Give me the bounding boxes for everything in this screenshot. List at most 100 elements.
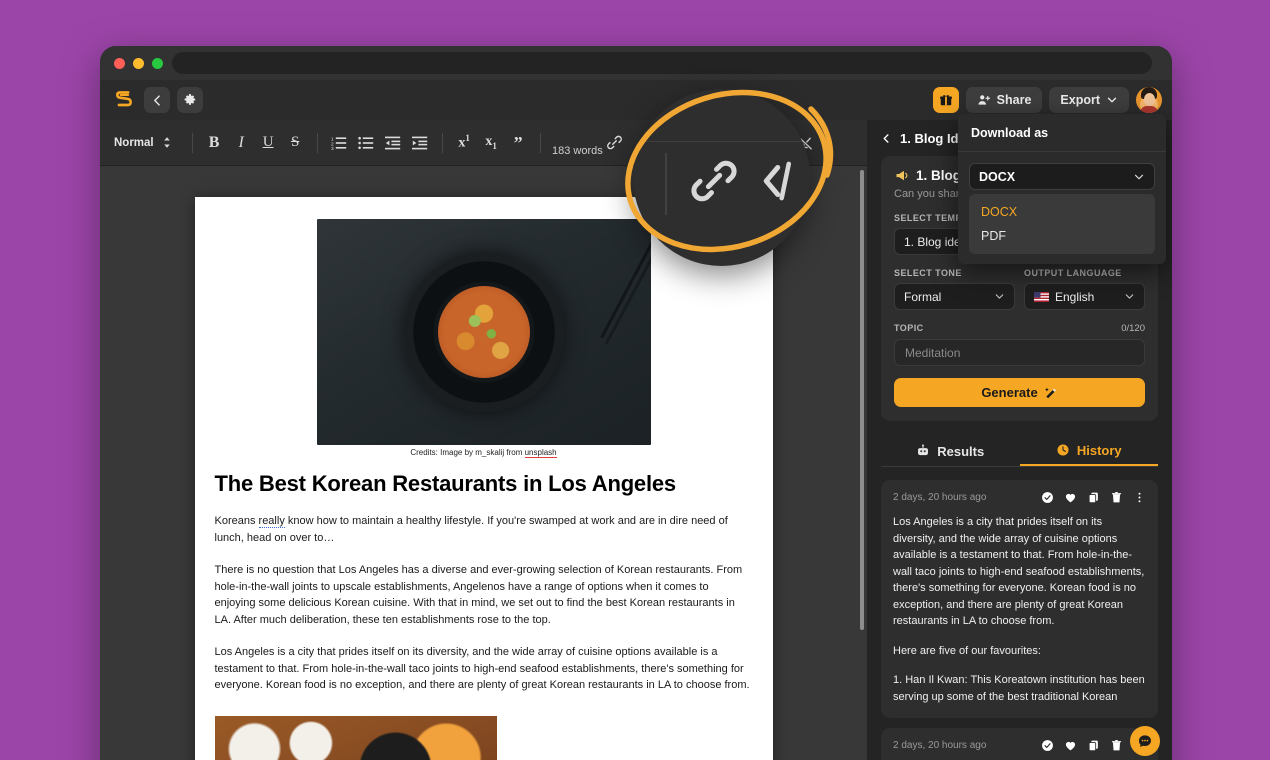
- subscript-button[interactable]: x1: [478, 129, 505, 156]
- indent-button[interactable]: [407, 129, 434, 156]
- document-image-korean-stew[interactable]: [316, 219, 651, 445]
- document-page[interactable]: Credits: Image by m_skalij from unsplash…: [194, 197, 773, 760]
- close-window-dot[interactable]: [114, 57, 125, 69]
- check-circle-icon[interactable]: [1041, 739, 1054, 752]
- chevron-left-icon: [153, 94, 160, 106]
- gift-button[interactable]: [932, 87, 959, 113]
- maximize-window-dot[interactable]: [152, 57, 163, 69]
- italic-button[interactable]: I: [228, 129, 255, 156]
- toolbar-divider: [191, 132, 193, 153]
- paragraph-style-value: Normal: [114, 136, 154, 149]
- bullet-list-button[interactable]: [353, 129, 380, 156]
- toolbar-divider: [539, 132, 541, 153]
- link-icon: [606, 135, 622, 150]
- results-history-tabs: Results History: [881, 436, 1158, 467]
- history-item[interactable]: 2 days, 20 hours ago There is no questio…: [881, 728, 1158, 760]
- more-vertical-icon[interactable]: [1133, 491, 1146, 504]
- blockquote-button[interactable]: ”: [505, 129, 532, 156]
- share-button[interactable]: Share: [965, 87, 1043, 113]
- share-label: Share: [996, 93, 1032, 107]
- document-paragraph-3[interactable]: Los Angeles is a city that prides itself…: [215, 644, 753, 694]
- us-flag-icon: [1034, 291, 1049, 302]
- heart-icon[interactable]: [1064, 491, 1077, 504]
- document-paragraph-1[interactable]: Koreans really know how to maintain a he…: [215, 513, 753, 546]
- document-title[interactable]: The Best Korean Restaurants in Los Angel…: [215, 471, 753, 497]
- export-dropdown[interactable]: Download as DOCX DOCX PDF: [958, 114, 1166, 264]
- topic-counter: 0/120: [1121, 323, 1145, 334]
- chevron-left-icon[interactable]: [881, 133, 892, 144]
- trash-icon[interactable]: [1110, 491, 1123, 504]
- word-count: 183 words: [552, 145, 603, 157]
- tone-value: Formal: [904, 289, 942, 304]
- paragraph-style-select[interactable]: Normal: [114, 136, 184, 149]
- history-item-actions: [1041, 491, 1146, 504]
- back-button[interactable]: [144, 87, 170, 113]
- magnifier-content: [633, 89, 810, 266]
- language-select[interactable]: English: [1024, 283, 1145, 310]
- megaphone-icon: [896, 170, 908, 181]
- trash-icon[interactable]: [1110, 739, 1123, 752]
- gear-icon: [184, 94, 196, 105]
- clock-icon: [1057, 444, 1069, 456]
- image-credits-prefix: Credits: Image by m_skalij from: [410, 448, 525, 457]
- export-button[interactable]: Export: [1049, 87, 1129, 113]
- format-option-pdf[interactable]: PDF: [969, 224, 1155, 248]
- history-item-time: 2 days, 20 hours ago: [893, 492, 987, 503]
- format-select[interactable]: DOCX: [969, 163, 1155, 190]
- copy-icon[interactable]: [1087, 739, 1100, 752]
- format-options-list: DOCX PDF: [969, 194, 1155, 254]
- copy-icon[interactable]: [1087, 491, 1100, 504]
- magnifier-toolbar-divider: [665, 153, 667, 215]
- outdent-button[interactable]: [380, 129, 407, 156]
- tab-results[interactable]: Results: [881, 436, 1020, 466]
- traffic-lights: [114, 57, 163, 69]
- ordered-list-icon: 1 2 3: [331, 136, 347, 151]
- food-shape: [437, 286, 530, 378]
- avatar[interactable]: [1136, 87, 1162, 113]
- link-button[interactable]: [601, 129, 628, 156]
- history-paragraph: Here are five of our favourites:: [893, 644, 1041, 657]
- history-paragraph: 1. Han Il Kwan: This Koreatown instituti…: [893, 674, 1145, 703]
- ordered-list-button[interactable]: 1 2 3: [326, 129, 353, 156]
- chat-support-button[interactable]: [1130, 726, 1160, 756]
- misspelled-word[interactable]: really: [258, 515, 285, 528]
- settings-button[interactable]: [177, 87, 203, 113]
- language-label: OUTPUT LANGUAGE: [1024, 268, 1122, 278]
- topic-input[interactable]: Meditation: [894, 339, 1145, 366]
- history-item-body: Los Angeles is a city that prides itself…: [893, 514, 1146, 705]
- bold-button[interactable]: B: [201, 129, 228, 156]
- format-option-docx[interactable]: DOCX: [969, 200, 1155, 224]
- topic-placeholder: Meditation: [905, 345, 961, 360]
- heart-icon[interactable]: [1064, 739, 1077, 752]
- superscript-button[interactable]: x1: [451, 129, 478, 156]
- history-paragraph: Los Angeles is a city that prides itself…: [893, 516, 1145, 627]
- underline-button[interactable]: U: [255, 129, 282, 156]
- tone-select[interactable]: Formal: [894, 283, 1015, 310]
- document-image-korean-table[interactable]: [214, 715, 497, 760]
- toolbar-divider: [316, 132, 318, 153]
- history-list[interactable]: 2 days, 20 hours ago Los Angeles is a ci…: [881, 480, 1158, 760]
- editor-scrollbar[interactable]: [860, 170, 864, 630]
- title-bar: [100, 46, 1172, 80]
- magnified-code-icon: [760, 156, 810, 211]
- minimize-window-dot[interactable]: [133, 57, 144, 69]
- document-paragraph-2[interactable]: There is no question that Los Angeles ha…: [215, 562, 753, 628]
- history-item[interactable]: 2 days, 20 hours ago Los Angeles is a ci…: [881, 480, 1158, 718]
- chat-bubble-icon: [1138, 735, 1151, 747]
- gift-icon: [939, 95, 952, 106]
- address-bar[interactable]: [172, 52, 1152, 74]
- image-credits-link[interactable]: unsplash: [524, 448, 557, 458]
- generate-button[interactable]: Generate: [894, 378, 1145, 407]
- check-circle-icon[interactable]: [1041, 491, 1054, 504]
- avatar-face: [1143, 93, 1155, 106]
- history-item-header: 2 days, 20 hours ago: [893, 491, 1146, 504]
- tab-history[interactable]: History: [1019, 436, 1158, 466]
- toolbar-divider: [825, 132, 827, 153]
- indent-icon: [412, 136, 428, 149]
- tab-history-label: History: [1076, 442, 1122, 458]
- toolbar-divider: [441, 132, 443, 153]
- browser-window: Share Export Normal B I U S 1 2 3 x1 x1 …: [100, 46, 1172, 760]
- strikethrough-button[interactable]: S: [282, 129, 309, 156]
- bullet-list-icon: [358, 136, 374, 149]
- avatar-shirt: [1140, 106, 1158, 113]
